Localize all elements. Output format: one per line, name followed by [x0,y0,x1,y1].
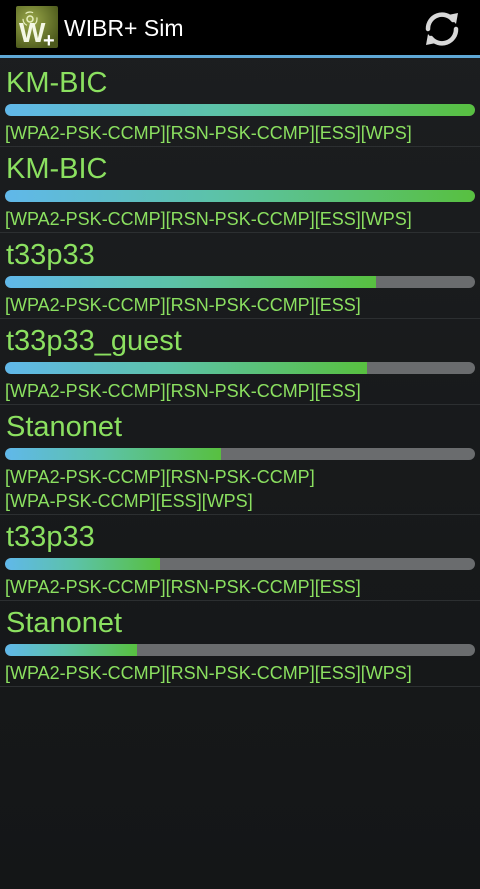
network-capabilities: [WPA2-PSK-CCMP][RSN-PSK-CCMP][ESS] [5,295,361,315]
signal-strength-bar [5,276,475,288]
network-item[interactable]: Stanonet [WPA2-PSK-CCMP][RSN-PSK-CCMP] [WP… [0,405,480,515]
signal-strength-bar [5,104,475,116]
network-capabilities: [WPA2-PSK-CCMP][RSN-PSK-CCMP][ESS] [5,381,361,401]
app-title: WIBR+ Sim [64,15,184,41]
svg-text:+: + [43,30,55,48]
network-capabilities: [WPA2-PSK-CCMP][RSN-PSK-CCMP][ESS][WPS] [5,209,412,229]
network-ssid: t33p33_guest [6,325,182,357]
network-item[interactable]: Stanonet [WPA2-PSK-CCMP][RSN-PSK-CCMP][ES… [0,601,480,687]
network-item[interactable]: t33p33_guest [WPA2-PSK-CCMP][RSN-PSK-CCMP… [0,319,480,405]
network-ssid: t33p33 [6,521,95,553]
network-ssid: Stanonet [6,607,123,639]
network-capabilities: [WPA2-PSK-CCMP][RSN-PSK-CCMP] [5,467,315,487]
network-capabilities: [WPA-PSK-CCMP][ESS][WPS] [5,491,253,511]
network-capabilities: [WPA2-PSK-CCMP][RSN-PSK-CCMP][ESS] [5,577,361,597]
signal-strength-fill [5,104,475,116]
signal-strength-bar [5,644,475,656]
network-ssid: KM-BIC [6,67,108,99]
wibr-plus-logo-icon[interactable]: W + [16,6,58,48]
signal-strength-fill [5,362,367,374]
network-ssid: KM-BIC [6,153,108,185]
network-list[interactable]: KM-BIC [WPA2-PSK-CCMP][RSN-PSK-CCMP][ESS]… [0,61,480,687]
network-item[interactable]: KM-BIC [WPA2-PSK-CCMP][RSN-PSK-CCMP][ESS]… [0,147,480,233]
network-capabilities: [WPA2-PSK-CCMP][RSN-PSK-CCMP][ESS][WPS] [5,663,412,683]
action-bar: W + WIBR+ Sim [0,0,480,58]
network-item[interactable]: t33p33 [WPA2-PSK-CCMP][RSN-PSK-CCMP][ESS] [0,515,480,601]
signal-strength-fill [5,558,161,570]
svg-text:W: W [19,17,46,48]
network-item[interactable]: t33p33 [WPA2-PSK-CCMP][RSN-PSK-CCMP][ESS] [0,233,480,319]
refresh-button[interactable] [420,8,464,50]
signal-strength-fill [5,190,475,202]
refresh-icon [425,12,459,46]
signal-strength-bar [5,362,475,374]
signal-strength-fill [5,644,137,656]
network-ssid: t33p33 [6,239,95,271]
signal-strength-fill [5,448,222,460]
signal-strength-bar [5,190,475,202]
signal-strength-bar [5,558,475,570]
signal-strength-bar [5,448,475,460]
network-capabilities: [WPA2-PSK-CCMP][RSN-PSK-CCMP][ESS][WPS] [5,123,412,143]
network-item[interactable]: KM-BIC [WPA2-PSK-CCMP][RSN-PSK-CCMP][ESS]… [0,61,480,147]
signal-strength-fill [5,276,377,288]
network-ssid: Stanonet [6,411,123,443]
